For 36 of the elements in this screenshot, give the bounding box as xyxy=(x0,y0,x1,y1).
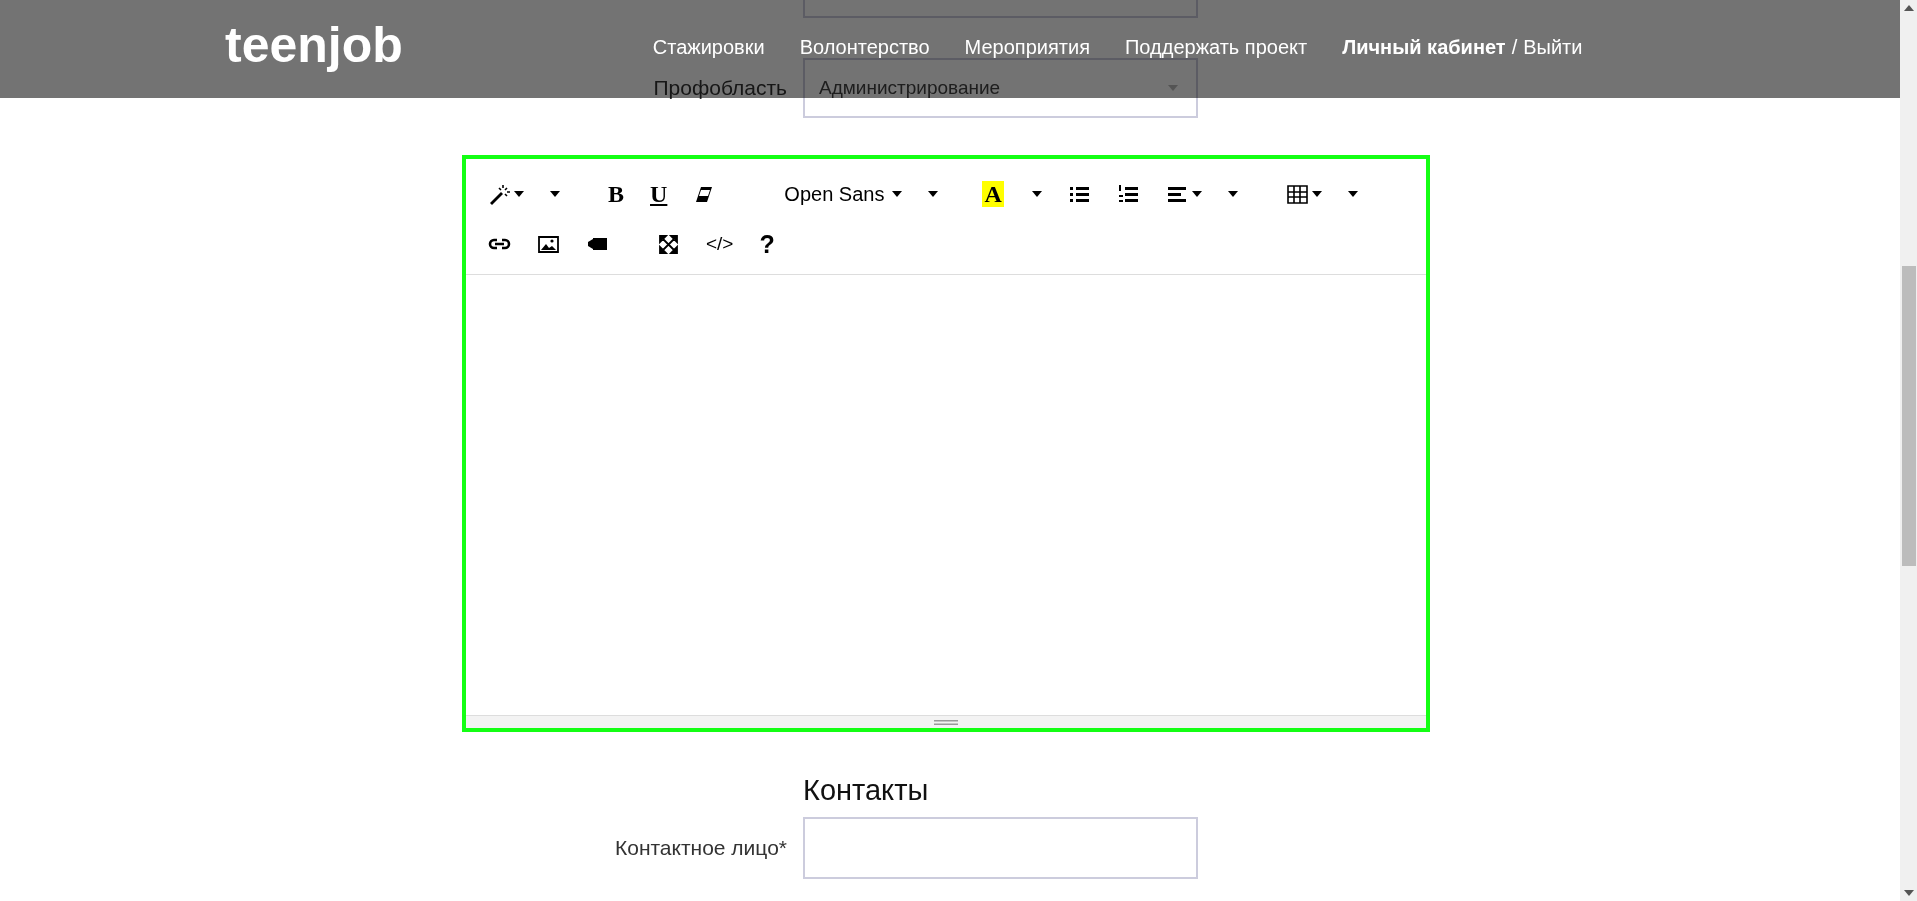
select-field[interactable]: Администрирование xyxy=(803,58,1198,118)
caret-icon xyxy=(1191,191,1202,197)
help-button[interactable]: ? xyxy=(755,228,779,260)
scroll-down-icon xyxy=(1903,890,1914,896)
magic-wand-icon xyxy=(488,182,511,206)
code-view-button[interactable]: </> xyxy=(702,228,738,260)
nav-link[interactable]: Мероприятия xyxy=(964,35,1090,59)
field-label: Контактное лицо* xyxy=(613,836,787,860)
nav-link[interactable]: Поддержать проект xyxy=(1125,35,1308,59)
nav-link[interactable]: Выйти xyxy=(1523,35,1583,59)
nav-link[interactable]: Стажировки xyxy=(652,35,765,59)
nav-link[interactable]: Волонтерство xyxy=(799,35,930,59)
caret-icon xyxy=(892,191,903,197)
input-field[interactable] xyxy=(803,817,1198,879)
caret-icon xyxy=(1347,191,1358,197)
separator: / xyxy=(1511,35,1518,59)
nav-link[interactable]: Личный кабинет xyxy=(1342,35,1506,59)
logo[interactable]: teenjob xyxy=(225,16,403,74)
field-label: Профобласть xyxy=(652,76,787,100)
text-color-button[interactable]: A xyxy=(982,181,1004,207)
underline-button[interactable]: U xyxy=(646,178,672,210)
caret-icon xyxy=(1168,85,1178,91)
caret-icon xyxy=(514,191,524,197)
caret-icon xyxy=(1227,191,1238,197)
caret-icon xyxy=(928,191,939,197)
scroll-up-icon xyxy=(1903,5,1914,11)
caret-icon xyxy=(550,191,560,197)
resize-handle-icon xyxy=(934,719,958,725)
caret-icon xyxy=(1311,191,1322,197)
section-heading: Контакты xyxy=(803,774,930,807)
scrollbar[interactable] xyxy=(1900,0,1917,901)
bold-button[interactable]: B xyxy=(604,178,628,210)
caret-icon xyxy=(1031,191,1042,197)
table-icon xyxy=(1285,182,1309,206)
scroll-thumb[interactable] xyxy=(1902,266,1916,566)
font-dropdown[interactable]: Open Sans xyxy=(780,178,907,210)
